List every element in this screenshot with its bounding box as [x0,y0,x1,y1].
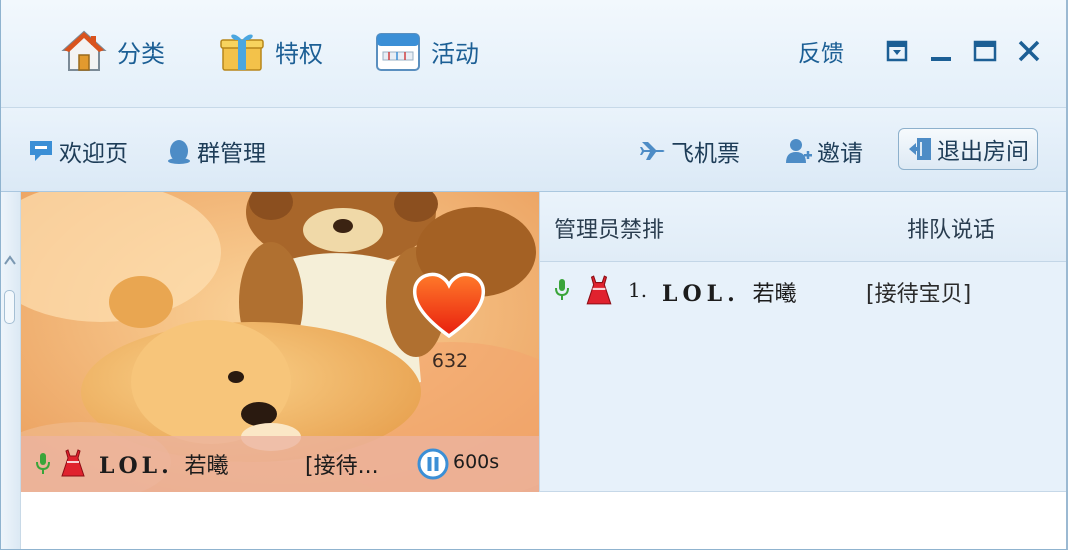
queue-list-item[interactable]: 1. LOL. 若曦 [接待宝贝] [540,272,1066,312]
close-icon [1018,40,1040,62]
chat-area [21,492,1066,549]
window-controls: 反馈 [798,34,1042,68]
pause-timer-icon[interactable] [417,448,449,480]
nav-activity-button[interactable]: 活动 [375,28,479,74]
minimize-button[interactable] [928,38,954,64]
flight-ticket-label: 飞机票 [671,141,740,167]
microphone-icon [555,279,569,300]
performer-caption: LOL. 若曦 [接待... 600s [21,436,539,492]
group-manage-label: 群管理 [197,141,266,167]
dropdown-box-icon [886,40,908,62]
speaker-queue-panel: 管理员禁排 排队说话 1. LOL. 若曦 [接待宝贝] [539,192,1066,492]
queue-index: 1. [628,278,648,302]
performer-role: [接待... [305,454,379,479]
close-button[interactable] [1016,38,1042,64]
welcome-page-label: 欢迎页 [59,141,128,167]
maximize-icon [973,40,997,62]
house-icon [61,30,107,71]
chat-bubble-icon [30,141,52,161]
airplane-icon [640,142,665,160]
speaking-timer: 600s [453,451,500,473]
gift-icon [220,34,264,71]
penguin-icon [168,140,190,164]
feedback-link[interactable]: 反馈 [798,34,844,68]
app-window: 分类 特权 活动 反馈 欢迎页 群管理 飞机票 邀请 退出房间 632 LOL.… [0,0,1068,550]
calendar-icon [376,33,420,71]
queue-user-name-prefix: LOL. [662,281,740,307]
nav-category-label: 分类 [117,39,165,68]
performer-name-prefix: LOL. [99,453,173,479]
top-toolbar: 分类 特权 活动 反馈 [1,0,1066,108]
nav-privilege-button[interactable]: 特权 [219,28,323,74]
minimize-icon [931,57,951,61]
nav-category-button[interactable]: 分类 [61,28,165,74]
maximize-button[interactable] [972,38,998,64]
like-heart-icon[interactable] [411,270,487,340]
nav-privilege-label: 特权 [275,39,323,68]
group-manage-button[interactable]: 群管理 [165,136,266,167]
admin-ban-queue-tab[interactable]: 管理员禁排 [554,212,664,244]
invite-label: 邀请 [817,141,863,167]
red-dress-badge-icon [586,275,612,305]
welcome-page-button[interactable]: 欢迎页 [27,136,128,167]
scroll-up-arrow-icon[interactable] [3,254,17,266]
performer-name[interactable]: LOL. 若曦 [99,448,228,480]
exit-door-icon [909,138,931,160]
queue-to-speak-button[interactable]: 排队说话 [907,212,995,244]
left-scrollbar[interactable] [1,192,21,549]
dropdown-menu-button[interactable] [884,38,910,64]
invite-button[interactable]: 邀请 [785,136,863,167]
add-user-icon [786,139,812,163]
performer-name-cjk: 若曦 [184,454,229,479]
room-toolbar: 欢迎页 群管理 飞机票 邀请 退出房间 [1,108,1066,192]
queue-user-name-cjk: 若曦 [752,282,797,307]
queue-user-name: LOL. 若曦 [662,276,796,308]
exit-room-label: 退出房间 [937,139,1029,165]
flight-ticket-button[interactable]: 飞机票 [639,136,740,167]
video-stream[interactable]: 632 LOL. 若曦 [接待... 600s [21,192,539,492]
microphone-icon [36,453,50,474]
red-dress-badge-icon [61,449,85,477]
exit-room-button[interactable]: 退出房间 [898,128,1038,170]
scroll-thumb[interactable] [4,290,15,324]
queue-header: 管理员禁排 排队说话 [540,192,1066,262]
nav-activity-label: 活动 [431,39,479,68]
queue-user-role: [接待宝贝] [866,282,972,307]
like-count: 632 [431,350,469,372]
